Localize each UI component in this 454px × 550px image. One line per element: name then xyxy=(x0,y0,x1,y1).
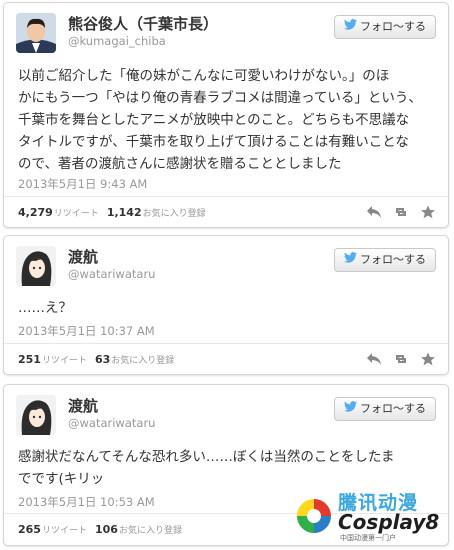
twitter-bird-icon xyxy=(344,249,357,271)
tweet-timestamp[interactable]: 2013年5月1日 10:53 AM xyxy=(18,494,155,510)
twitter-bird-icon xyxy=(344,398,357,420)
follow-button-label: フォロ～する xyxy=(360,402,426,415)
tweet-card: 熊谷俊人（千葉市長） @kumagai_chiba フォロ～する 以前ご紹介した… xyxy=(3,2,449,228)
user-handle[interactable]: @watariwataru xyxy=(68,416,155,430)
twitter-bird-icon xyxy=(344,16,357,38)
retweet-icon[interactable] xyxy=(393,204,409,218)
tweet-card: 渡航 @watariwataru フォロ～する ……え？ 2013年5月1日 1… xyxy=(3,235,449,375)
favorite-count-label: お気に入り登録 xyxy=(118,526,182,536)
tweet-text: ……え？ xyxy=(18,300,72,316)
tweet-stats: 251リツイート 63お気に入り登録 xyxy=(18,353,182,366)
tweet-stats: 4,279リツイート 1,142お気に入り登録 xyxy=(18,206,214,219)
follow-button[interactable]: フォロ～する xyxy=(334,15,436,39)
follow-button-label: フォロ～する xyxy=(360,253,426,266)
favorite-count[interactable]: 63 xyxy=(95,353,110,366)
cosplay8-logo-icon xyxy=(294,492,334,540)
retweet-count[interactable]: 251 xyxy=(18,353,41,366)
watermark-brand: Cosplay8 xyxy=(338,510,440,534)
user-handle[interactable]: @watariwataru xyxy=(68,267,155,281)
favorite-count-label: お気に入り登録 xyxy=(142,209,206,219)
divider xyxy=(4,343,448,344)
avatar[interactable] xyxy=(16,13,56,53)
retweet-count[interactable]: 4,279 xyxy=(18,206,53,219)
follow-button[interactable]: フォロ～する xyxy=(334,397,436,421)
avatar[interactable] xyxy=(16,395,56,435)
user-handle[interactable]: @kumagai_chiba xyxy=(68,34,166,48)
tweet-timestamp[interactable]: 2013年5月1日 10:37 AM xyxy=(18,323,155,339)
favorite-count[interactable]: 106 xyxy=(95,523,118,536)
avatar[interactable] xyxy=(16,246,56,286)
reply-icon[interactable] xyxy=(366,204,382,218)
tweet-stats: 265リツイート 106お気に入り登録 xyxy=(18,523,190,536)
retweet-count[interactable]: 265 xyxy=(18,523,41,536)
retweet-icon[interactable] xyxy=(393,351,409,365)
favorite-star-icon[interactable] xyxy=(420,351,436,366)
retweet-count-label: リツイート xyxy=(53,209,99,219)
user-name[interactable]: 渡航 xyxy=(68,246,98,267)
follow-button-label: フォロ～する xyxy=(360,20,426,33)
favorite-count-label: お気に入り登録 xyxy=(111,356,175,366)
favorite-count[interactable]: 1,142 xyxy=(107,206,142,219)
user-name[interactable]: 熊谷俊人（千葉市長） xyxy=(68,13,218,34)
tweet-timestamp[interactable]: 2013年5月1日 9:43 AM xyxy=(18,176,147,192)
favorite-star-icon[interactable] xyxy=(420,204,436,219)
tweet-text: 以前ご紹介した「俺の妹がこんなに可愛いわけがない。」のほ かにもう一つ「やはり俺… xyxy=(18,68,422,172)
retweet-count-label: リツイート xyxy=(41,526,87,536)
user-name[interactable]: 渡航 xyxy=(68,395,98,416)
follow-button[interactable]: フォロ～する xyxy=(334,248,436,272)
watermark-tagline: 中国动漫第一门户 xyxy=(340,534,396,542)
retweet-count-label: リツイート xyxy=(41,356,87,366)
tweet-text: 感謝状だなんてそんな恐れ多い……ぼくは当然のことをしたま でです(キリッ xyxy=(18,449,395,487)
tweet-actions xyxy=(366,204,436,219)
divider xyxy=(4,196,448,197)
reply-icon[interactable] xyxy=(366,351,382,365)
watermark: 騰讯动漫 Cosplay8 中国动漫第一门户 xyxy=(294,488,448,544)
tweet-actions xyxy=(366,351,436,366)
